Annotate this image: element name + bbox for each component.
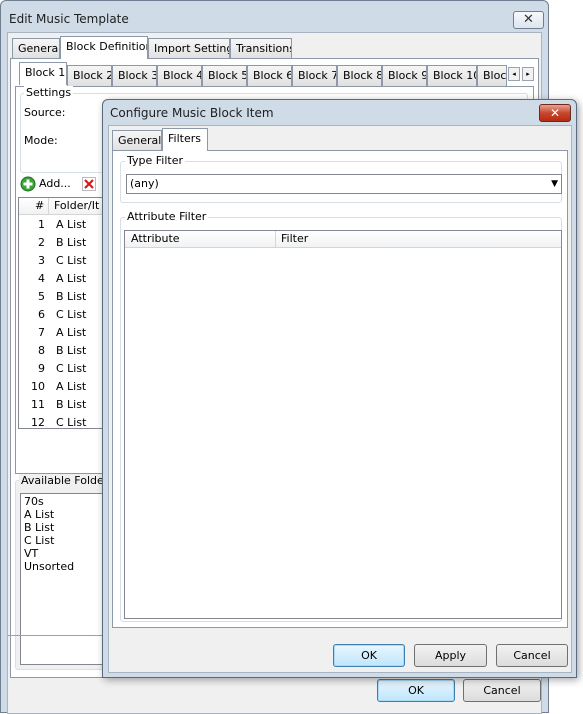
row-folder: C List — [56, 416, 87, 429]
row-number: 7 — [38, 326, 45, 339]
row-number: 2 — [38, 236, 45, 249]
list-item[interactable]: B List — [24, 521, 54, 534]
tab-general[interactable]: General — [12, 38, 60, 59]
column-attribute[interactable]: Attribute — [131, 231, 180, 247]
ok-button[interactable]: OK — [333, 644, 405, 667]
type-filter-label: Type Filter — [125, 154, 186, 167]
ok-button[interactable]: OK — [377, 679, 455, 702]
column-folder[interactable]: Folder/It — [54, 198, 99, 214]
column-number[interactable]: # — [35, 198, 44, 214]
cancel-button[interactable]: Cancel — [463, 679, 541, 702]
tab-block-11[interactable]: Block — [477, 65, 507, 86]
row-number: 5 — [38, 290, 45, 303]
column-filter[interactable]: Filter — [281, 231, 308, 247]
list-item[interactable]: 70s — [24, 495, 44, 508]
close-icon[interactable]: ✕ — [539, 104, 571, 122]
list-item[interactable]: A List — [24, 508, 54, 521]
tab-block-6[interactable]: Block 6 — [247, 65, 292, 86]
attribute-filter-list[interactable]: Attribute Filter — [124, 230, 562, 619]
tab-filters[interactable]: Filters — [162, 128, 208, 151]
tab-block-2[interactable]: Block 2 — [67, 65, 112, 86]
add-button[interactable]: Add... — [39, 177, 71, 190]
tab-general[interactable]: General — [112, 130, 162, 151]
settings-group-label: Settings — [24, 86, 74, 99]
source-label: Source: — [24, 106, 66, 119]
row-folder: B List — [56, 290, 87, 303]
row-number: 4 — [38, 272, 45, 285]
window-title: Edit Music Template — [9, 12, 129, 26]
attribute-filter-group: Attribute Filter Attribute Filter — [120, 210, 562, 622]
row-folder: C List — [56, 362, 87, 375]
tab-import-settings[interactable]: Import Settings — [148, 38, 230, 59]
cancel-button[interactable]: Cancel — [496, 644, 568, 667]
row-folder: B List — [56, 344, 87, 357]
row-number: 10 — [31, 380, 45, 393]
list-item[interactable]: Unsorted — [24, 560, 74, 573]
tab-block-7[interactable]: Block 7 — [292, 65, 337, 86]
filters-panel: Type Filter (any) ▼ Attribute Filter Att… — [112, 150, 568, 628]
type-filter-select[interactable]: (any) ▼ — [126, 174, 562, 194]
tab-block-10[interactable]: Block 10 — [427, 65, 477, 86]
tab-transitions[interactable]: Transitions — [230, 38, 292, 59]
row-number: 3 — [38, 254, 45, 267]
attribute-filter-label: Attribute Filter — [125, 210, 209, 223]
tab-block-8[interactable]: Block 8 — [337, 65, 382, 86]
mode-label: Mode: — [24, 134, 58, 147]
dropdown-arrow-icon: ▼ — [551, 179, 558, 189]
row-number: 1 — [38, 218, 45, 231]
add-icon[interactable] — [20, 176, 36, 192]
row-folder: B List — [56, 398, 87, 411]
row-number: 8 — [38, 344, 45, 357]
row-folder: A List — [56, 272, 87, 285]
row-folder: C List — [56, 308, 87, 321]
delete-icon[interactable] — [82, 177, 96, 191]
row-number: 12 — [31, 416, 45, 429]
row-folder: A List — [56, 218, 87, 231]
row-folder: A List — [56, 326, 87, 339]
tab-block-definition[interactable]: Block Definition — [60, 36, 148, 59]
tab-block-1[interactable]: Block 1 — [19, 62, 67, 85]
row-number: 11 — [31, 398, 45, 411]
configure-music-block-item-dialog: Configure Music Block Item ✕ General Fil… — [102, 99, 577, 678]
row-folder: B List — [56, 236, 87, 249]
row-folder: A List — [56, 380, 87, 393]
attribute-list-header: Attribute Filter — [125, 231, 561, 248]
tab-block-5[interactable]: Block 5 — [202, 65, 247, 86]
dialog-title: Configure Music Block Item — [110, 106, 274, 120]
tab-block-3[interactable]: Block 3 — [112, 65, 157, 86]
type-filter-value: (any) — [130, 177, 159, 190]
scroll-left-icon[interactable]: ◂ — [508, 67, 520, 81]
list-item[interactable]: VT — [24, 547, 38, 560]
dialog-client-area: General Filters Type Filter (any) ▼ Attr… — [108, 125, 572, 673]
scroll-right-icon[interactable]: ▸ — [522, 67, 534, 81]
row-number: 9 — [38, 362, 45, 375]
apply-button[interactable]: Apply — [414, 644, 487, 667]
row-number: 6 — [38, 308, 45, 321]
type-filter-group: Type Filter (any) ▼ — [120, 154, 562, 203]
close-icon[interactable]: ✕ — [513, 11, 544, 29]
tab-block-9[interactable]: Block 9 — [382, 65, 427, 86]
list-item[interactable]: C List — [24, 534, 54, 547]
tab-block-4[interactable]: Block 4 — [157, 65, 202, 86]
row-folder: C List — [56, 254, 87, 267]
